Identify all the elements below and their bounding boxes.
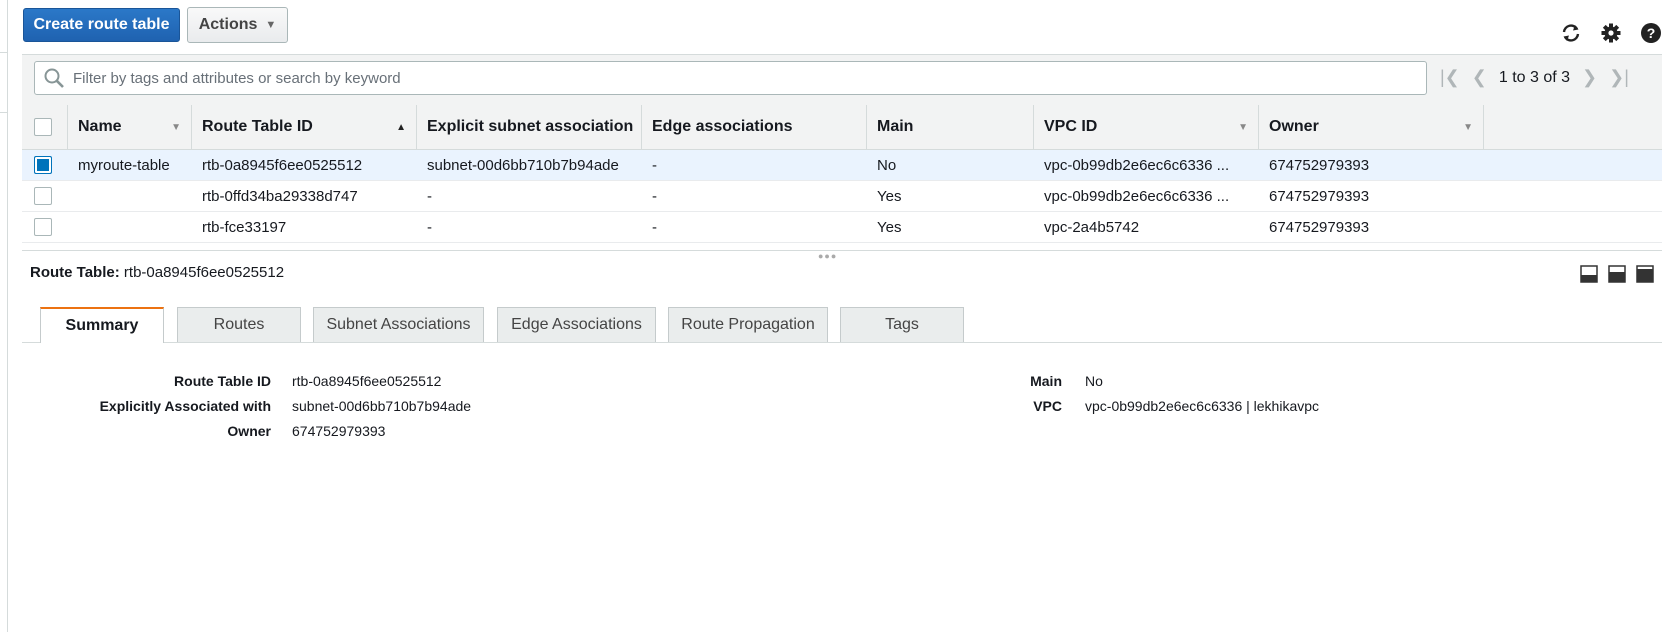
prev-page-icon[interactable]: ❮ bbox=[1472, 67, 1487, 88]
explicit-value: subnet-00d6bb710b7b94ade bbox=[292, 398, 472, 414]
col-edge[interactable]: Edge associations bbox=[642, 105, 867, 149]
layout-bottom-icon[interactable] bbox=[1580, 265, 1598, 283]
detail-title: Route Table: rtb-0a8945f6ee0525512 bbox=[30, 264, 284, 281]
cell-route-table-id: rtb-fce33197 bbox=[202, 218, 287, 236]
row-checkbox[interactable] bbox=[34, 218, 52, 236]
row-checkbox[interactable] bbox=[34, 156, 52, 174]
next-page-icon[interactable]: ❯ bbox=[1582, 67, 1597, 88]
col-main-label: Main bbox=[877, 118, 914, 135]
detail-title-value: rtb-0a8945f6ee0525512 bbox=[123, 264, 285, 281]
cell-route-table-id: rtb-0a8945f6ee0525512 bbox=[202, 156, 363, 174]
table-row[interactable]: rtb-fce33197 - - Yes vpc-2a4b5742 674752… bbox=[22, 212, 1662, 243]
row-select-cell bbox=[22, 150, 68, 180]
table-row[interactable]: myroute-table rtb-0a8945f6ee0525512 subn… bbox=[22, 150, 1662, 181]
cell-owner: 674752979393 bbox=[1269, 218, 1370, 236]
col-explicit-subnet[interactable]: Explicit subnet association bbox=[417, 105, 642, 149]
route-table-id-label: Route Table ID bbox=[174, 373, 271, 389]
table-row[interactable]: rtb-0ffd34ba29338d747 - - Yes vpc-0b99db… bbox=[22, 181, 1662, 212]
cell-edge: - bbox=[652, 218, 657, 236]
cell-vpc-link[interactable]: vpc-2a4b5742 bbox=[1034, 212, 1259, 242]
cell-explicit-subnet: - bbox=[427, 187, 432, 205]
explicit-label: Explicitly Associated with bbox=[99, 398, 271, 414]
grid-header: Name ▼ Route Table ID ▲ Explicit subnet as… bbox=[22, 105, 1662, 150]
first-page-icon[interactable]: |❮ bbox=[1440, 67, 1460, 88]
owner-label: Owner bbox=[227, 423, 271, 439]
col-explicit-subnet-label: Explicit subnet association bbox=[427, 118, 634, 135]
cell-owner: 674752979393 bbox=[1269, 156, 1370, 174]
refresh-icon[interactable] bbox=[1560, 22, 1582, 44]
create-route-table-button[interactable]: Create route table bbox=[23, 8, 180, 42]
svg-text:?: ? bbox=[1647, 25, 1656, 41]
vpc-label: VPC bbox=[1033, 398, 1062, 414]
tab-subnet-associations[interactable]: Subnet Associations bbox=[313, 307, 484, 342]
detail-title-label: Route Table: bbox=[30, 264, 120, 281]
cell-explicit-subnet: - bbox=[427, 218, 432, 236]
chevron-down-icon: ▼ bbox=[265, 19, 277, 31]
page-range: 1 to 3 of 3 bbox=[1498, 68, 1571, 86]
layout-top-icon[interactable] bbox=[1636, 265, 1654, 283]
search-input[interactable] bbox=[71, 68, 1375, 88]
row-checkbox[interactable] bbox=[34, 187, 52, 205]
main-value: No bbox=[1085, 373, 1103, 389]
select-all-checkbox[interactable] bbox=[34, 118, 52, 136]
filter-bar: |❮ ❮ 1 to 3 of 3 ❯ ❯| bbox=[22, 54, 1662, 106]
pagination: |❮ ❮ 1 to 3 of 3 ❯ ❯| bbox=[1440, 67, 1629, 88]
tab-route-propagation[interactable]: Route Propagation bbox=[668, 307, 828, 342]
panel-divider bbox=[22, 250, 1662, 251]
cell-vpc-link[interactable]: vpc-0b99db2e6ec6c6336 ... bbox=[1034, 150, 1259, 180]
cell-main: Yes bbox=[877, 218, 902, 236]
cell-vpc-link[interactable]: vpc-0b99db2e6ec6c6336 ... bbox=[1034, 181, 1259, 211]
tab-tags[interactable]: Tags bbox=[840, 307, 964, 342]
col-owner[interactable]: Owner ▼ bbox=[1259, 105, 1484, 149]
help-icon[interactable]: ? bbox=[1640, 22, 1662, 44]
col-route-table-id-label: Route Table ID bbox=[202, 118, 313, 135]
cell-route-table-id: rtb-0ffd34ba29338d747 bbox=[202, 187, 358, 205]
cell-edge: - bbox=[652, 187, 657, 205]
col-vpc-id[interactable]: VPC ID ▼ bbox=[1034, 105, 1259, 149]
row-select-cell bbox=[22, 212, 68, 242]
vpc-link[interactable]: vpc-0b99db2e6ec6c6336 | lekhikavpc bbox=[1085, 398, 1319, 414]
route-table-id-value: rtb-0a8945f6ee0525512 bbox=[292, 373, 442, 389]
resize-handle[interactable]: ●●● bbox=[818, 251, 837, 261]
last-page-icon[interactable]: ❯| bbox=[1609, 67, 1629, 88]
search-icon bbox=[43, 67, 65, 89]
tab-routes[interactable]: Routes bbox=[177, 307, 301, 342]
sort-icon: ▼ bbox=[1238, 121, 1248, 133]
route-tables-grid: Name ▼ Route Table ID ▲ Explicit subnet as… bbox=[22, 105, 1662, 243]
col-name-label: Name bbox=[78, 118, 122, 135]
sort-icon: ▼ bbox=[1463, 121, 1473, 133]
sort-asc-icon: ▲ bbox=[396, 121, 406, 133]
row-select-cell bbox=[22, 181, 68, 211]
left-panel-edge bbox=[0, 0, 8, 632]
tab-summary[interactable]: Summary bbox=[40, 307, 164, 343]
cell-edge: - bbox=[652, 156, 657, 174]
owner-value: 674752979393 bbox=[292, 423, 386, 439]
cell-name: myroute-table bbox=[78, 156, 170, 174]
sort-icon: ▼ bbox=[171, 121, 181, 133]
layout-split-icon[interactable] bbox=[1608, 265, 1626, 283]
tab-edge-associations[interactable]: Edge Associations bbox=[497, 307, 656, 342]
detail-tabs: Summary Routes Subnet Associations Edge … bbox=[22, 307, 1662, 343]
cell-explicit-subnet: subnet-00d6bb710b7b94ade bbox=[427, 156, 619, 174]
col-route-table-id[interactable]: Route Table ID ▲ bbox=[192, 105, 417, 149]
col-vpc-id-label: VPC ID bbox=[1044, 118, 1098, 135]
cell-main: Yes bbox=[877, 187, 902, 205]
cell-owner: 674752979393 bbox=[1269, 187, 1370, 205]
actions-dropdown-button[interactable]: Actions ▼ bbox=[187, 7, 288, 43]
cell-name bbox=[68, 181, 192, 211]
cell-name bbox=[68, 212, 192, 242]
col-edge-label: Edge associations bbox=[652, 118, 793, 135]
actions-label: Actions bbox=[198, 16, 258, 33]
cell-main: No bbox=[877, 156, 897, 174]
main-label: Main bbox=[1030, 373, 1062, 389]
col-name[interactable]: Name ▼ bbox=[68, 105, 192, 149]
search-box[interactable] bbox=[34, 61, 1427, 95]
col-owner-label: Owner bbox=[1269, 118, 1319, 135]
col-main[interactable]: Main bbox=[867, 105, 1034, 149]
settings-icon[interactable] bbox=[1600, 22, 1622, 44]
select-all-cell bbox=[22, 105, 68, 149]
